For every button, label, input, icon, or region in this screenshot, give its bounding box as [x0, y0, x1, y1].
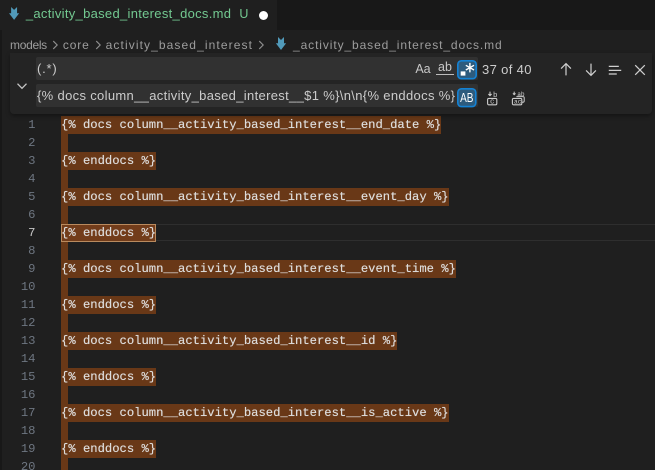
svg-text:ac: ac: [514, 99, 522, 106]
svg-text:c: c: [490, 99, 495, 106]
svg-text:AB: AB: [460, 90, 473, 105]
